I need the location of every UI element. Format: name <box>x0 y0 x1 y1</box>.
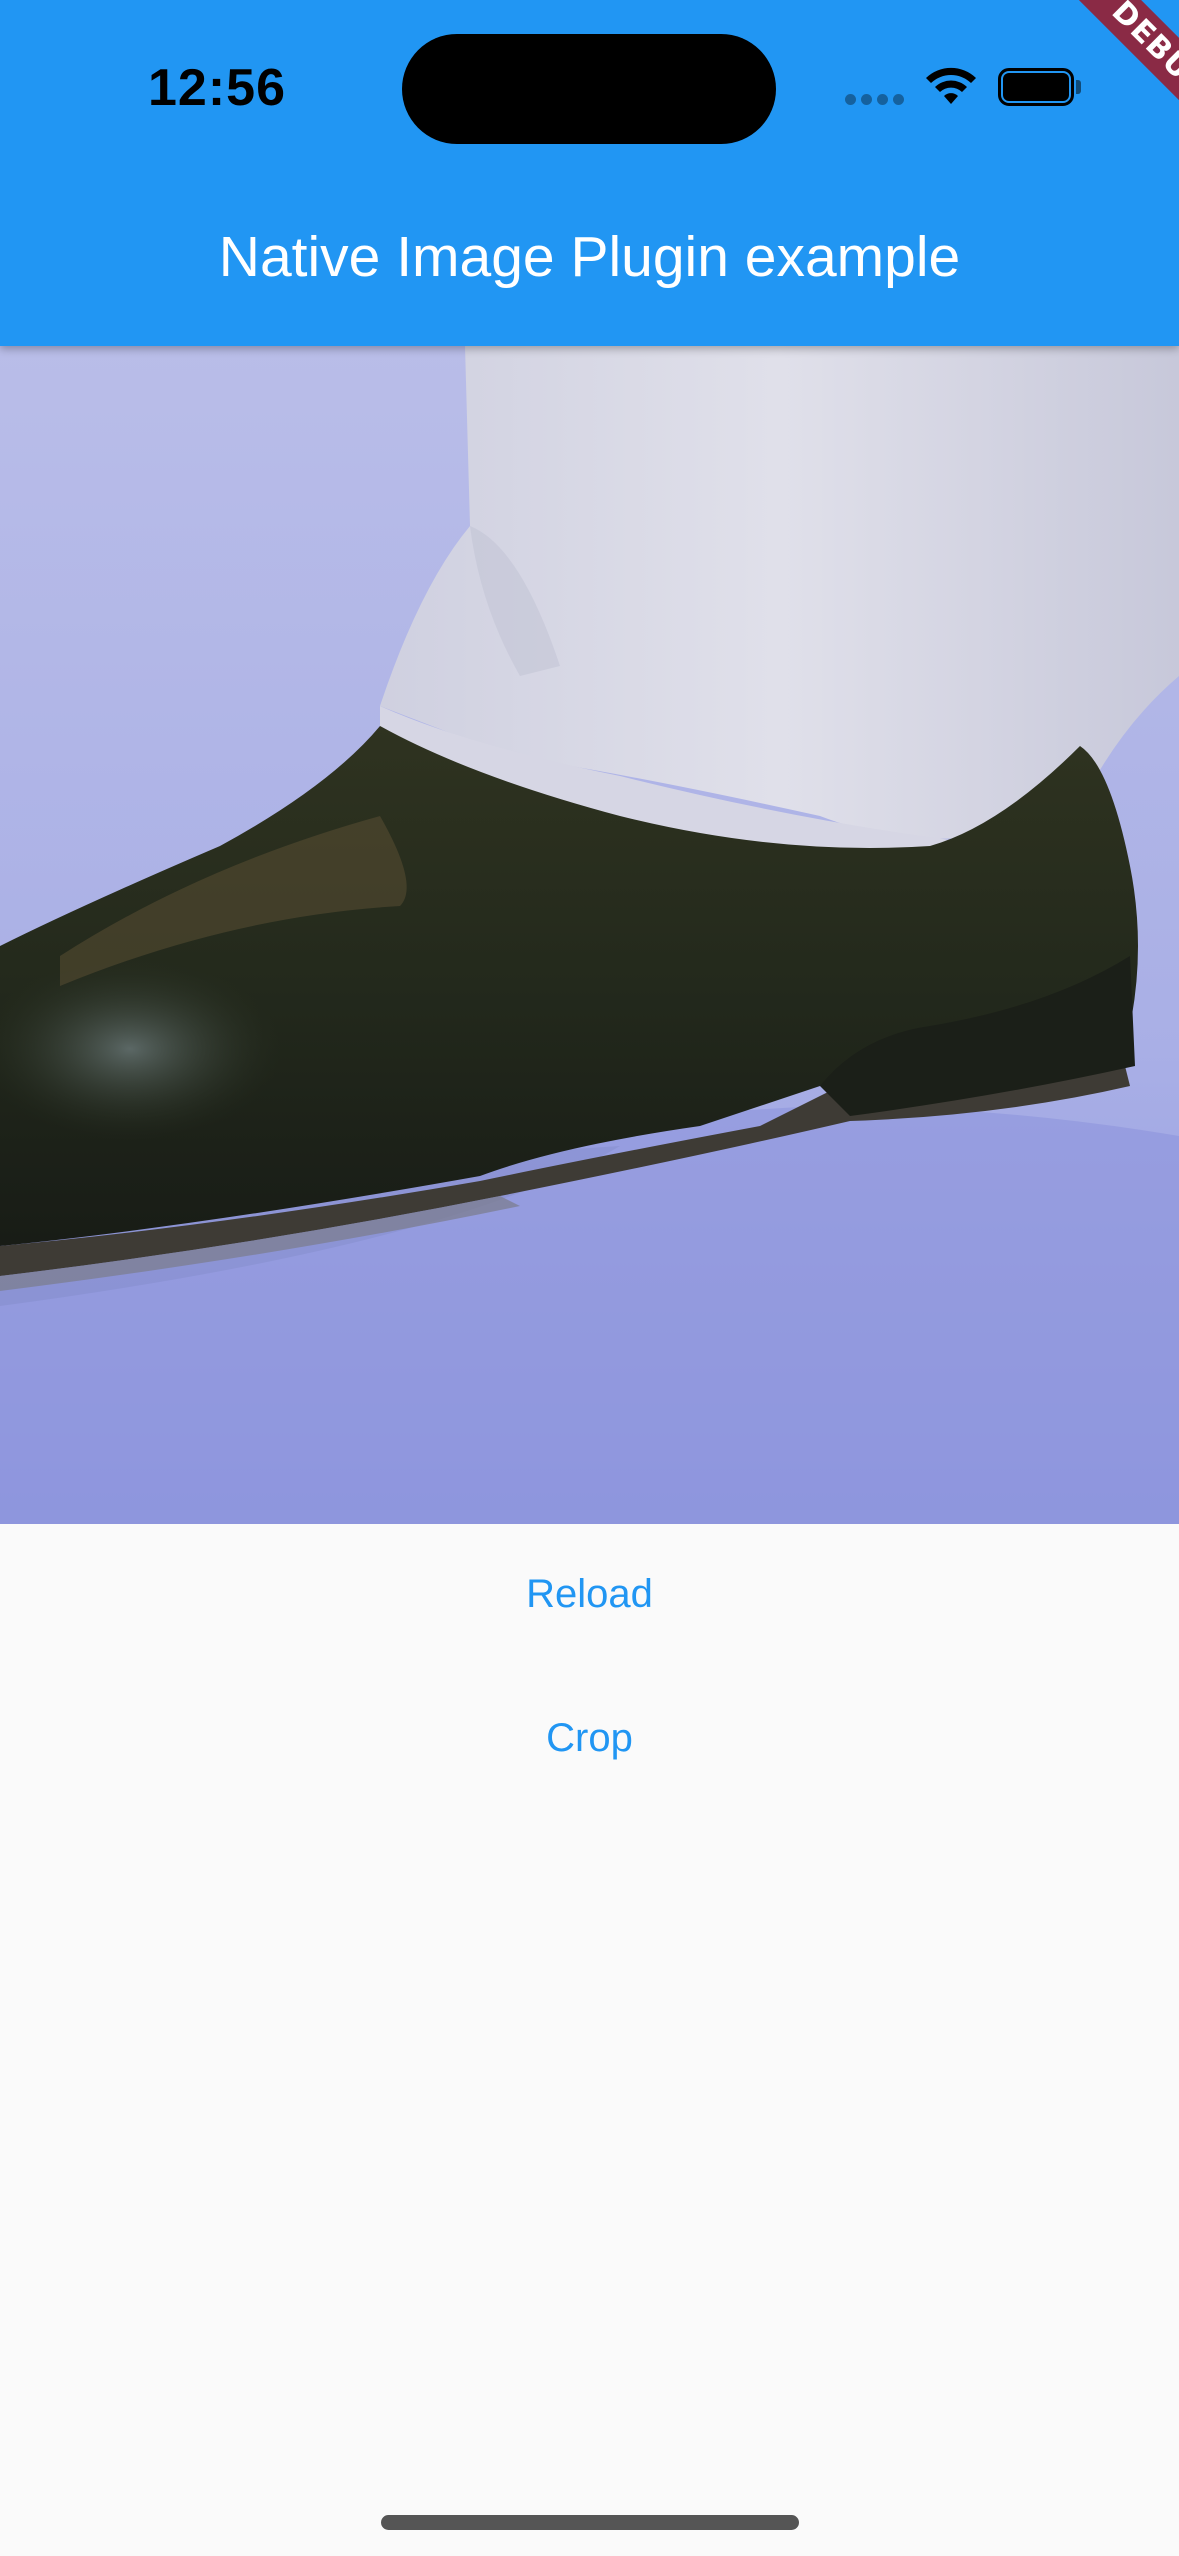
wifi-icon <box>925 66 977 106</box>
cellular-signal-icon <box>845 94 905 108</box>
page-title: Native Image Plugin example <box>218 225 961 289</box>
app-bar: 12:56 Native Image Plugin example <box>0 0 1179 346</box>
battery-icon <box>998 68 1082 108</box>
app-screen: 12:56 Native Image Plugin example DEBUG <box>0 0 1179 2556</box>
shoe-photo <box>0 346 1179 1524</box>
status-time: 12:56 <box>148 59 286 117</box>
crop-button[interactable]: Crop <box>0 1716 1179 1761</box>
home-indicator[interactable] <box>381 2515 799 2530</box>
dynamic-island <box>402 34 776 144</box>
reload-button[interactable]: Reload <box>0 1572 1179 1617</box>
